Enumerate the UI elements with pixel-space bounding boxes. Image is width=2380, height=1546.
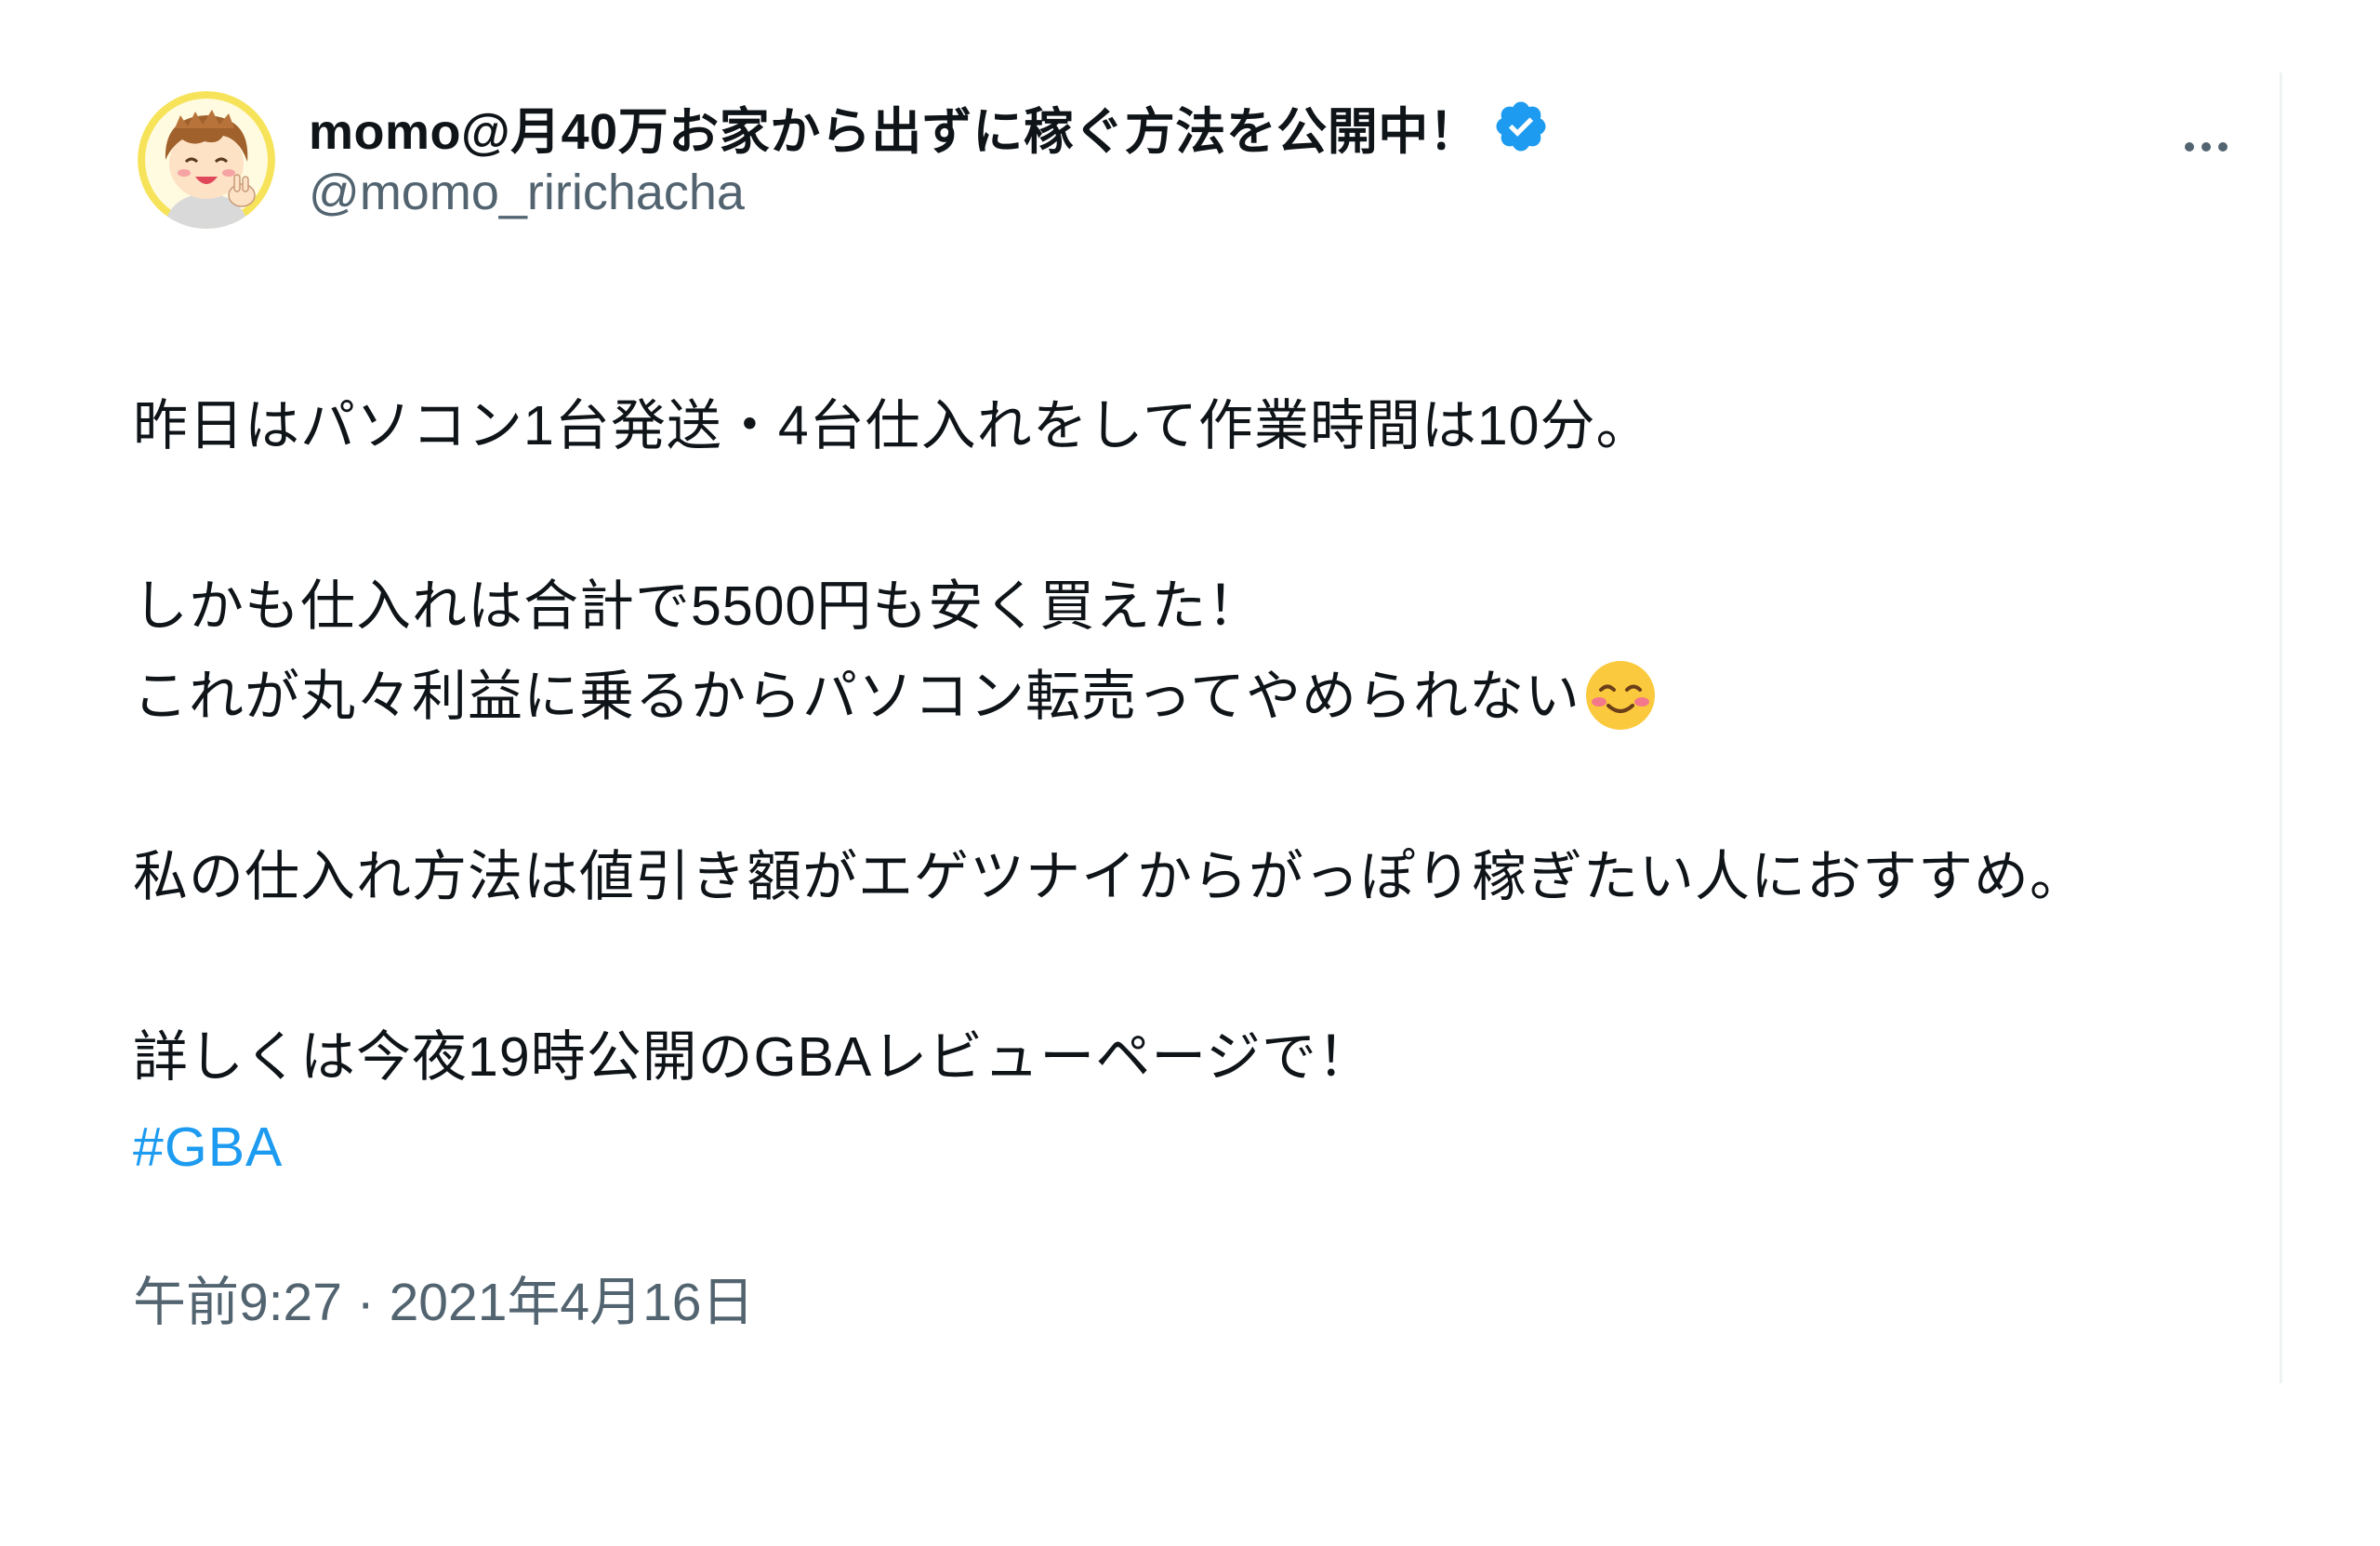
tweet-line-1: 昨日はパソコン1台発送・4台仕入れをして作業時間は10分。	[133, 395, 1652, 456]
right-column-divider	[2280, 73, 2282, 1383]
tweet-line-3: これが丸々利益に乗るからパソコン転売ってやめられない	[133, 666, 1581, 727]
more-dot-1	[2185, 142, 2194, 152]
author-display-name[interactable]: momo@月40万お家から出ずに稼ぐ方法を公開中！	[309, 90, 1479, 164]
tweet: momo@月40万お家から出ずに稼ぐ方法を公開中！ @momo_ririchac…	[133, 91, 2234, 1336]
hashtag-row: #GBA	[133, 1103, 2234, 1193]
tweet-line-2: しかも仕入れは合計で5500円も安く買えた！	[133, 575, 1263, 637]
avatar[interactable]	[138, 91, 275, 229]
more-dot-2	[2202, 142, 2211, 152]
tweet-text: 昨日はパソコン1台発送・4台仕入れをして作業時間は10分。 しかも仕入れは合計で…	[133, 381, 2234, 1193]
tweet-timestamp[interactable]: 午前9:27 · 2021年4月16日	[133, 1260, 2234, 1336]
more-dot-3	[2218, 142, 2228, 152]
tweet-line-3-wrap: これが丸々利益に乗るからパソコン転売ってやめられない	[133, 652, 2234, 742]
tweet-line-5: 詳しくは今夜19時公開のGBAレビューページで！	[133, 1026, 1374, 1088]
author-names: momo@月40万お家から出ずに稼ぐ方法を公開中！ @momo_ririchac…	[309, 97, 1550, 221]
author-handle[interactable]: @momo_ririchacha	[309, 164, 1550, 221]
smiling-face-emoji-icon	[1584, 659, 1657, 732]
hashtag-link[interactable]: #GBA	[133, 1103, 283, 1193]
verified-badge-icon	[1492, 98, 1550, 155]
tweet-line-4: 私の仕入れ方法は値引き額がエゲツナイからがっぽり稼ぎたい人におすすめ。	[133, 846, 2086, 907]
display-name-row: momo@月40万お家から出ずに稼ぐ方法を公開中！	[309, 97, 1550, 160]
tweet-header: momo@月40万お家から出ずに稼ぐ方法を公開中！ @momo_ririchac…	[133, 91, 2234, 232]
more-options-icon[interactable]	[2160, 110, 2253, 184]
